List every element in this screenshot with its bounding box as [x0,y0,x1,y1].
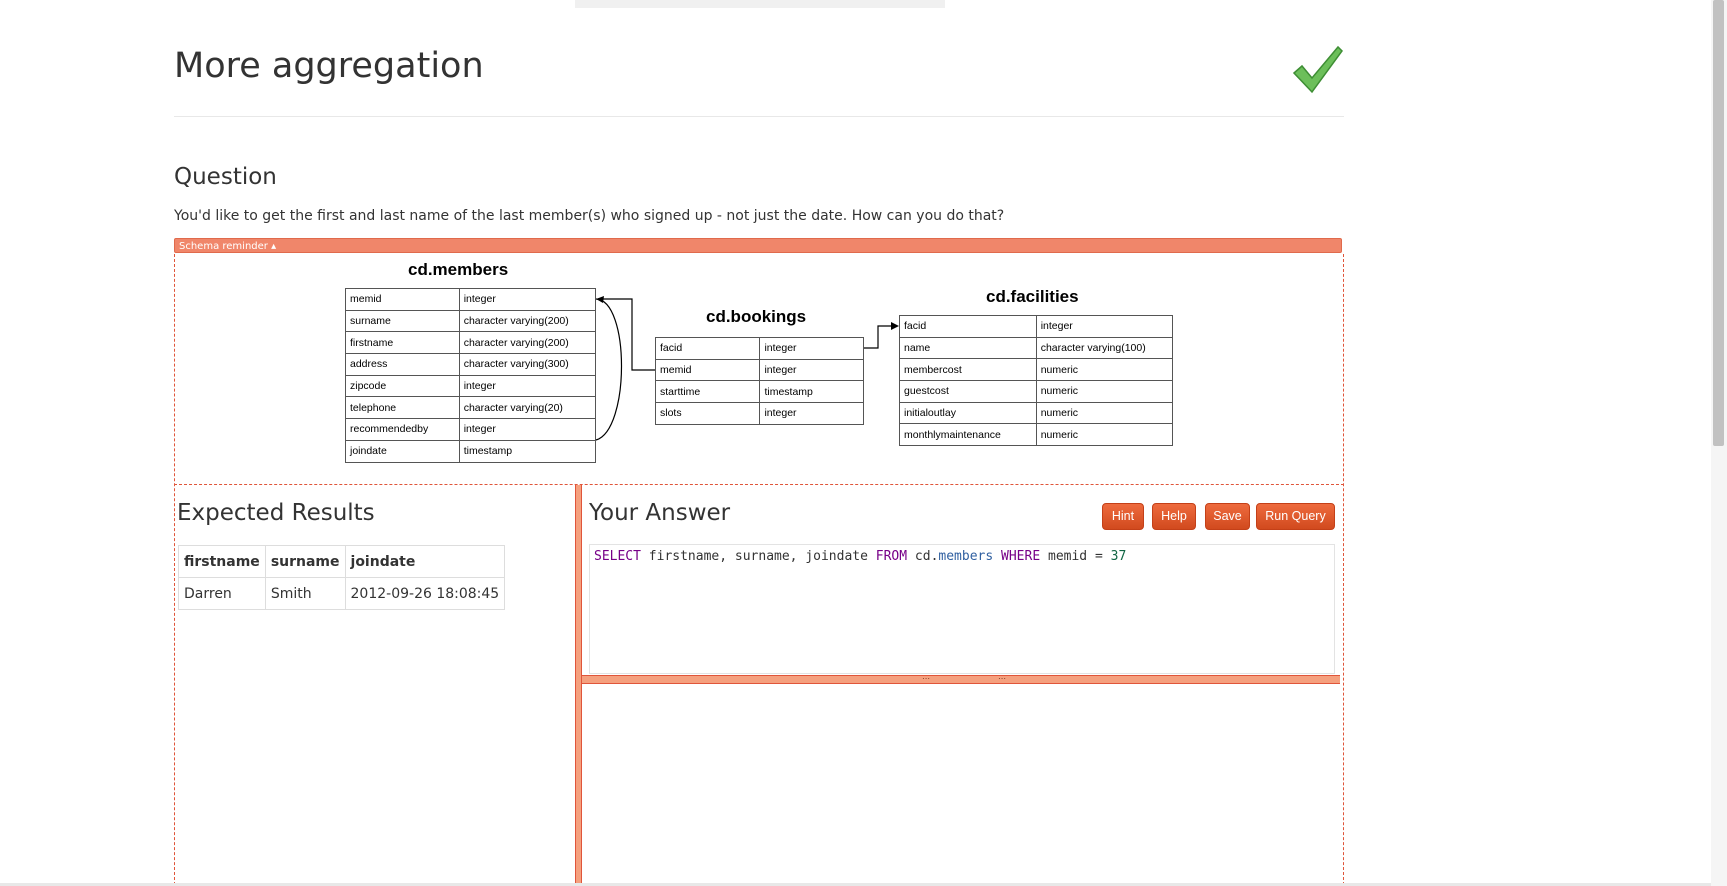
bookings-members-relation [598,298,655,371]
sql-keyword: WHERE [1001,549,1041,564]
your-answer-heading: Your Answer [589,500,731,526]
erd-relations [595,296,899,441]
pane-splitter[interactable] [575,485,582,885]
sql-keyword: FROM [875,549,908,564]
hint-button[interactable]: Hint [1102,503,1144,530]
sql-text: cd. [907,549,939,564]
help-button[interactable]: Help [1152,503,1196,530]
column-header: joindate [344,545,506,578]
column-header: firstname [178,545,266,578]
table-cell: Smith [264,577,346,610]
grip-icon: ⋯ [998,674,1007,683]
editor-resize-handle[interactable]: ⋯ ⋯ [582,674,1340,684]
run-query-button[interactable]: Run Query [1256,503,1335,530]
grip-icon: ⋯ [922,674,931,683]
expected-results-heading: Expected Results [177,500,375,526]
table-cell: 2012-09-26 18:08:45 [344,577,506,610]
sql-number: 37 [1110,549,1127,564]
sql-table: members [938,549,994,564]
expected-results-table: firstname surname joindate Darren Smith … [178,545,506,610]
save-button[interactable]: Save [1205,503,1250,530]
scrollbar-thumb[interactable] [1713,0,1724,446]
recommendedby-relation [595,298,622,441]
table-cell: Darren [178,577,266,610]
column-header: surname [264,545,346,578]
schema-divider [174,484,1344,485]
sql-text: memid = [1040,549,1111,564]
sql-keyword: SELECT [594,549,641,564]
sql-editor[interactable]: SELECT firstname, surname, joindate FROM… [589,544,1335,674]
sql-text: firstname, surname, joindate [640,549,876,564]
table-row: Darren Smith 2012-09-26 18:08:45 [178,577,506,610]
